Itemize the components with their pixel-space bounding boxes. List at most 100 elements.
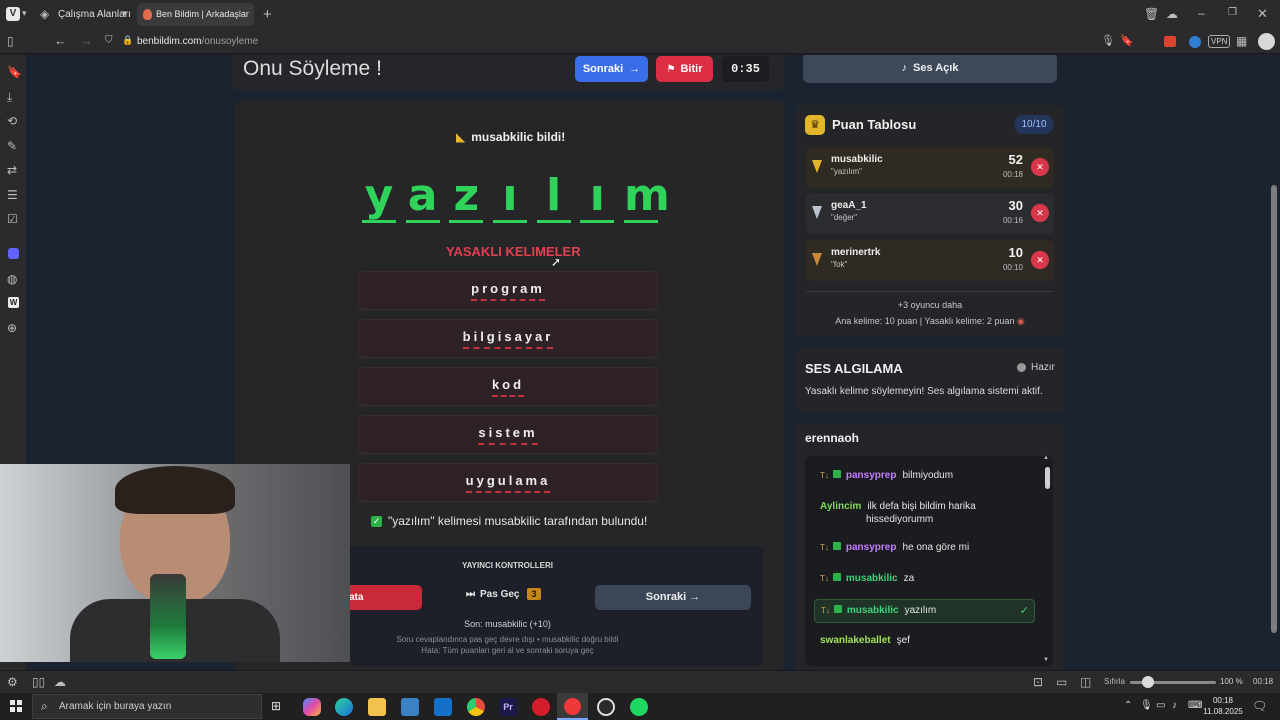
sync-cloud-icon[interactable]: ☁ xyxy=(54,675,66,689)
extensions-icon[interactable]: ▦ xyxy=(1236,34,1247,48)
found-message-text: "yazılım" kelimesi musabkilic tarafından… xyxy=(388,514,648,528)
page-scrollbar[interactable] xyxy=(1271,185,1277,633)
scroll-down-icon[interactable]: ▼ xyxy=(1043,657,1049,663)
workspace-label[interactable]: Çalışma Alanları xyxy=(58,9,131,20)
trophy-icon: ♛ xyxy=(805,115,825,135)
tray-volume-icon[interactable]: ♪ xyxy=(1172,700,1177,711)
extension-blue-icon[interactable] xyxy=(1189,36,1201,48)
menu-chevron-icon[interactable]: ▾ xyxy=(22,8,27,19)
trash-icon[interactable]: 🗑 xyxy=(1144,7,1159,21)
active-tab[interactable]: Ben Bildim | Arkadaşlarınla xyxy=(137,3,254,26)
chat-text: bilmiyodum xyxy=(902,470,954,481)
last-scorer: Son: musabkilic (+10) xyxy=(464,619,551,629)
window-icon[interactable]: ▭ xyxy=(1056,675,1067,689)
settings-icon[interactable]: ⚙ xyxy=(7,675,18,689)
vivaldi-taskbar-button[interactable] xyxy=(557,693,588,720)
mastodon-panel-icon[interactable] xyxy=(8,248,19,259)
check-icon: ✓ xyxy=(371,515,382,527)
wikipedia-panel-icon[interactable]: W xyxy=(8,297,19,308)
next-button[interactable]: Sonraki → xyxy=(575,56,648,82)
profile-avatar[interactable] xyxy=(1258,33,1275,50)
word-letter: ı xyxy=(492,173,527,223)
file-explorer-icon[interactable] xyxy=(368,698,386,716)
windows-start-icon[interactable] xyxy=(10,700,22,712)
forward-icon[interactable]: → xyxy=(80,33,93,48)
vpn-badge[interactable]: VPN xyxy=(1208,35,1231,48)
add-panel-icon[interactable]: ⊕ xyxy=(7,321,17,335)
chat-message: T↓ pansyprep bilmiyodum xyxy=(814,465,1035,489)
bookmarks-panel-icon[interactable]: 🔖 xyxy=(7,65,22,79)
page-title: Onu Söyleme ! xyxy=(243,57,382,80)
workspace-icon[interactable]: ◈ xyxy=(40,7,49,21)
premiere-icon[interactable]: Pr xyxy=(499,698,517,716)
notes-panel-icon[interactable]: ✎ xyxy=(7,139,17,153)
taskbar-clock[interactable]: 00:18 11.08.2025 xyxy=(1200,695,1246,717)
remove-player-button[interactable]: ✕ xyxy=(1031,204,1049,222)
remove-player-button[interactable]: ✕ xyxy=(1031,158,1049,176)
chat-username[interactable]: pansyprep xyxy=(846,470,897,481)
capture-icon[interactable]: ⊡ xyxy=(1033,675,1043,689)
obs-icon[interactable] xyxy=(597,698,615,716)
notification-icon[interactable]: 🗨 xyxy=(1252,699,1267,713)
chat-username[interactable]: Aylincim xyxy=(820,501,861,512)
chat-message: Aylincim ilk defa bişi bildim harika hisse… xyxy=(814,496,1035,530)
url-field[interactable]: benbildim.com/onusoyleme xyxy=(137,36,258,47)
player-name: geaA_1 xyxy=(831,200,867,211)
tasks-panel-icon[interactable]: ☑ xyxy=(7,212,18,226)
chat-channel-name: erennaoh xyxy=(805,431,860,445)
pass-button[interactable]: ⏭ Pas Geç 3 xyxy=(466,588,541,600)
sound-toggle-button[interactable]: ♪ Ses Açık xyxy=(803,55,1057,83)
word-letter: y xyxy=(362,173,396,223)
scroll-up-icon[interactable]: ▲ xyxy=(1043,455,1049,461)
panel-toggle-icon[interactable]: ▯ xyxy=(7,34,14,48)
extension-red-icon[interactable] xyxy=(1164,36,1176,47)
finish-button[interactable]: ⚑ Bitir xyxy=(656,56,713,82)
reader-icon[interactable]: ◫ xyxy=(1080,675,1091,689)
outlook-icon[interactable] xyxy=(434,698,452,716)
edge-icon[interactable] xyxy=(335,698,353,716)
shield-icon[interactable]: ⛉ xyxy=(105,35,113,46)
zoom-slider-handle[interactable] xyxy=(1142,676,1154,688)
history-panel-icon[interactable]: ⟲ xyxy=(7,114,17,128)
host-next-button[interactable]: Sonraki → xyxy=(595,585,751,610)
tray-network-icon[interactable]: ▭ xyxy=(1156,700,1165,711)
downloads-panel-icon[interactable]: ⤓ xyxy=(7,90,12,105)
bookmark-icon[interactable]: 🔖 xyxy=(1120,34,1134,47)
opera-icon[interactable] xyxy=(532,698,550,716)
chat-username[interactable]: pansyprep xyxy=(846,542,897,553)
web-panel-icon[interactable]: ◍ xyxy=(7,272,17,286)
tab-favicon-icon xyxy=(143,9,152,20)
vivaldi-menu-icon[interactable]: V xyxy=(6,7,20,21)
task-view-icon[interactable]: ⊞ xyxy=(271,699,281,713)
chat-username[interactable]: swanlakeballet xyxy=(820,635,891,646)
maximize-icon[interactable]: ❐ xyxy=(1228,7,1237,18)
copilot-icon[interactable] xyxy=(303,698,321,716)
taskbar-search-box[interactable]: ⌕ Aramak için buraya yazın xyxy=(32,694,262,719)
tile-icon[interactable]: ▯▯ xyxy=(32,675,45,689)
workspace-chevron-icon[interactable]: ▾ xyxy=(122,8,127,19)
microphone-icon[interactable]: 🎙 xyxy=(1101,34,1115,47)
reading-list-icon[interactable]: ☰ xyxy=(7,188,18,202)
chat-scrollbar[interactable] xyxy=(1045,467,1050,489)
chat-username[interactable]: musabkilic xyxy=(847,605,899,616)
close-window-icon[interactable]: ✕ xyxy=(1257,6,1268,22)
vivaldi-icon xyxy=(564,698,581,715)
cloud-icon[interactable]: ☁ xyxy=(1166,7,1178,21)
speaker-icon: ♪ xyxy=(901,62,908,74)
zoom-reset-label[interactable]: Sıfırla xyxy=(1104,677,1125,686)
new-tab-icon[interactable]: + xyxy=(263,6,272,23)
host-info-2: Hata: Tüm puanları geri al ve sonraki so… xyxy=(421,646,594,655)
back-icon[interactable]: ← xyxy=(54,33,67,48)
error-button[interactable]: ata xyxy=(349,585,422,610)
chat-username[interactable]: musabkilic xyxy=(846,573,898,584)
chrome-icon[interactable] xyxy=(467,698,485,716)
translate-panel-icon[interactable]: ⇄ xyxy=(7,163,17,177)
tray-mic-icon[interactable]: 🎙 xyxy=(1140,700,1153,711)
remove-player-button[interactable]: ✕ xyxy=(1031,251,1049,269)
word-letter: ı xyxy=(580,173,615,223)
store-icon[interactable] xyxy=(401,698,419,716)
spotify-icon[interactable] xyxy=(630,698,648,716)
timer-value: 0:35 xyxy=(731,62,760,76)
tray-chevron-icon[interactable]: ⌃ xyxy=(1124,700,1132,711)
minimize-icon[interactable]: – xyxy=(1198,6,1205,20)
